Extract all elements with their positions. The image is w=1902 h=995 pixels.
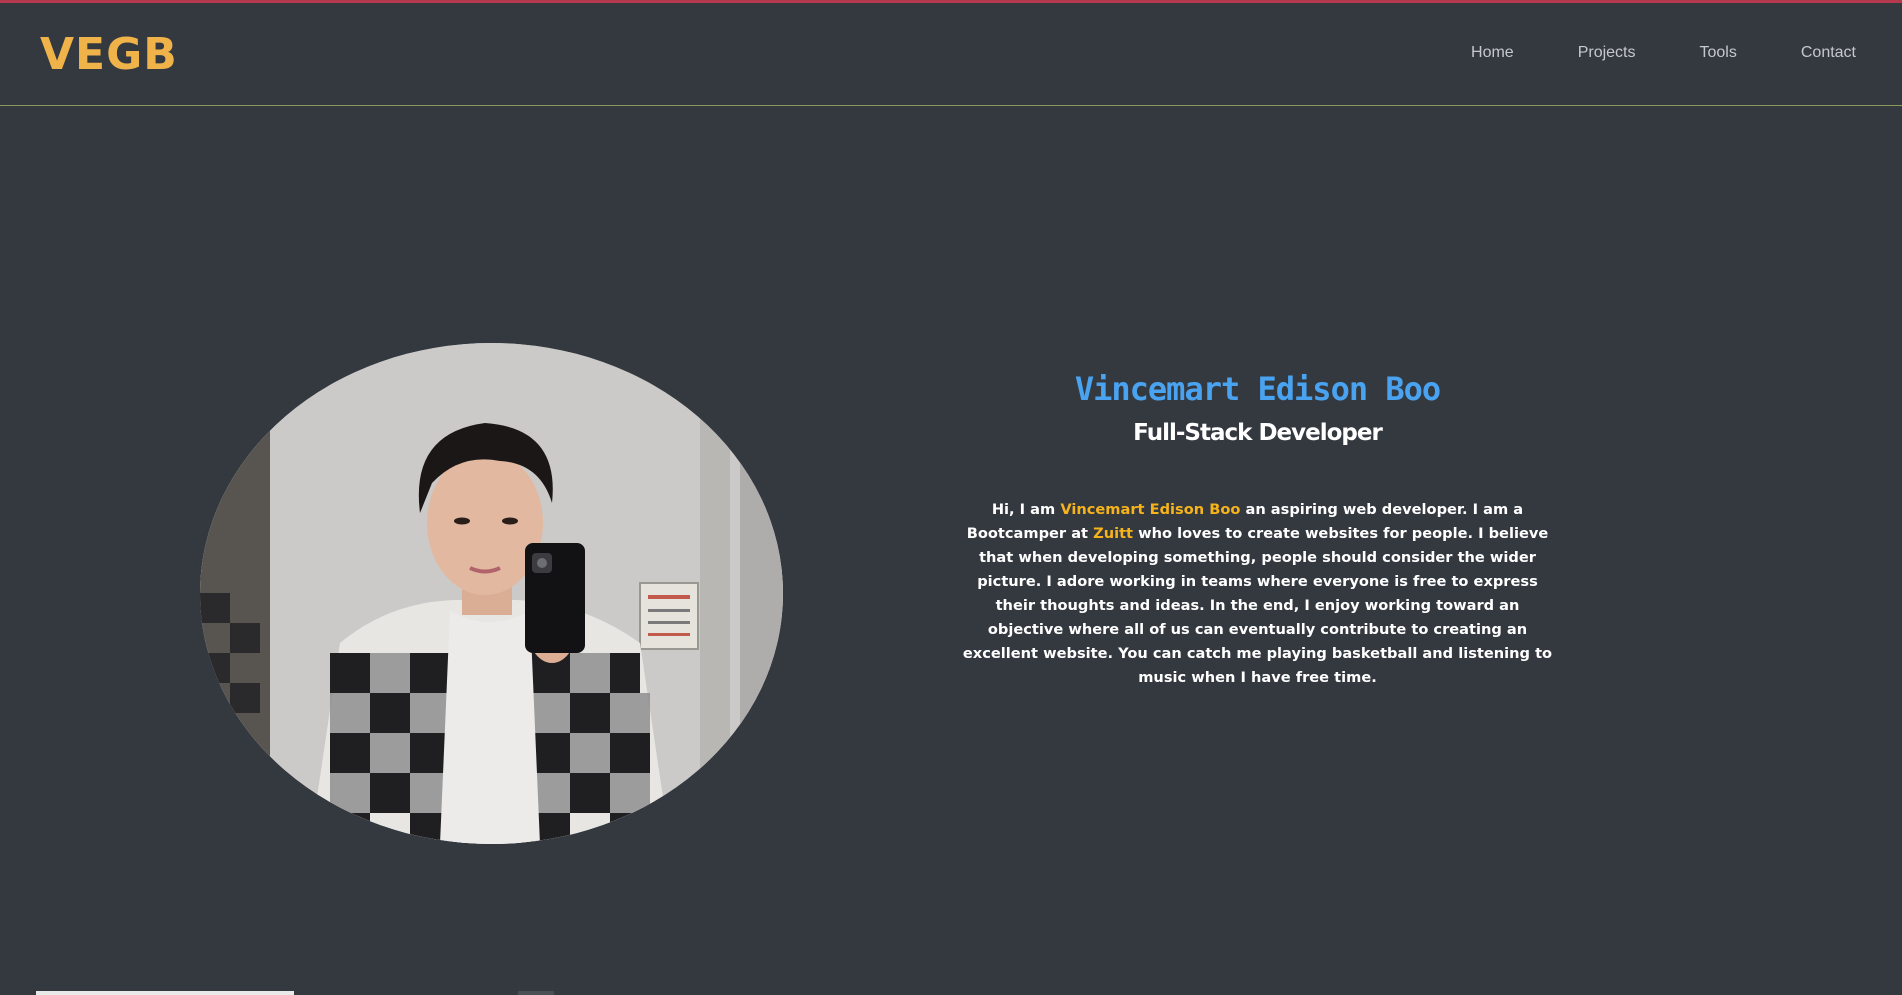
intro-name-highlight: Vincemart Edison Boo xyxy=(1060,501,1241,518)
profile-photo xyxy=(200,343,783,844)
site-logo[interactable]: VEGB xyxy=(40,29,178,80)
hero-bio: Vincemart Edison Boo Full-Stack Develope… xyxy=(960,370,1555,705)
nav-tools-link[interactable]: Tools xyxy=(1700,44,1737,62)
hero-role: Full-Stack Developer xyxy=(1133,420,1383,446)
intro-text-3: who loves to create websites for people.… xyxy=(962,525,1553,686)
nav-projects-link[interactable]: Projects xyxy=(1578,44,1636,62)
navbar: VEGB Home Projects Tools Contact xyxy=(0,3,1902,106)
intro-org-highlight: Zuitt xyxy=(1093,525,1134,542)
intro-text-1: Hi, I am xyxy=(991,501,1061,518)
nav-menu: Home Projects Tools Contact xyxy=(1471,44,1856,62)
hero-name: Vincemart Edison Boo xyxy=(1074,370,1441,408)
horizontal-scrollbar-thumb[interactable] xyxy=(36,991,294,995)
scroll-indicator xyxy=(518,991,554,995)
nav-home-link[interactable]: Home xyxy=(1471,44,1514,62)
profile-photo-illustration xyxy=(200,343,783,844)
nav-contact-link[interactable]: Contact xyxy=(1801,44,1856,62)
hero-intro: Hi, I am Vincemart Edison Boo an aspirin… xyxy=(960,498,1555,690)
